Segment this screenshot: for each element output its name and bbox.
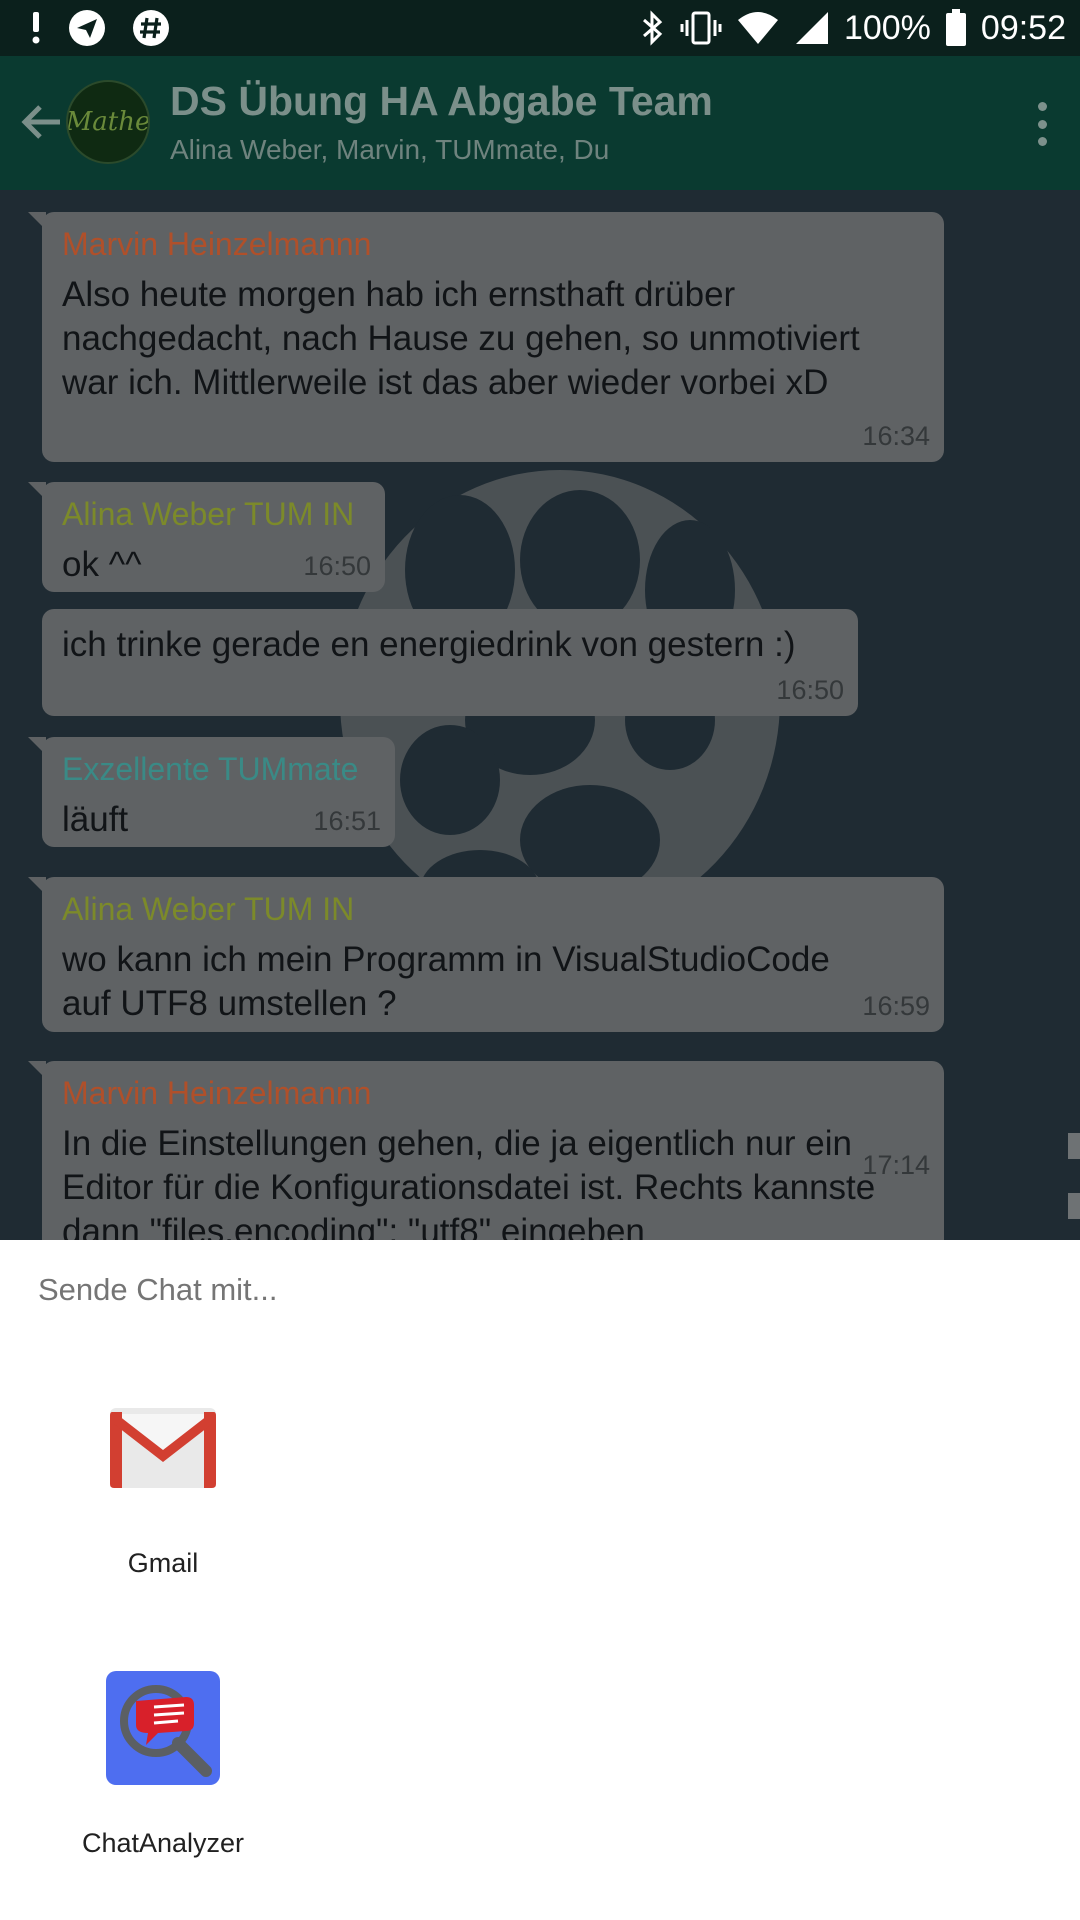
signal-icon <box>794 10 830 46</box>
more-vert-icon <box>1037 102 1047 111</box>
message-sender: Alina Weber TUM IN <box>62 891 355 927</box>
chatanalyzer-icon <box>103 1668 223 1788</box>
app-label: ChatAnalyzer <box>81 1828 245 1858</box>
battery-icon <box>945 9 967 47</box>
message-time: 16:50 <box>303 551 371 581</box>
message-bubble[interactable]: Marvin Heinzelmannn Also heute morgen ha… <box>28 212 944 462</box>
vibrate-icon <box>680 10 722 46</box>
message-time: 16:50 <box>776 675 844 705</box>
message-sender: Exzellente TUMmate <box>62 751 359 787</box>
gmail-icon <box>103 1388 223 1508</box>
message-sender: Marvin Heinzelmannn <box>62 226 372 262</box>
more-options-button[interactable] <box>1032 102 1052 146</box>
message-bubble[interactable]: Exzellente TUMmate läuft 16:51 <box>28 737 395 847</box>
message-bubble[interactable]: Alina Weber TUM IN wo kann ich mein Prog… <box>28 877 944 1032</box>
share-sheet-title: Sende Chat mit... <box>38 1272 278 1307</box>
telegram-icon <box>68 9 106 47</box>
message-time: 16:59 <box>862 991 930 1021</box>
app-label: Gmail <box>127 1548 199 1578</box>
message-text: wo kann ich mein Programm in VisualStudi… <box>62 940 830 1023</box>
message-bubble[interactable]: ich trinke gerade en energiedrink von ge… <box>42 609 858 716</box>
message-sender: Alina Weber TUM IN <box>62 496 355 532</box>
status-bar: 100% 09:52 <box>0 0 1080 56</box>
message-time: 16:34 <box>862 421 930 451</box>
share-target-chatanalyzer[interactable]: ChatAnalyzer <box>63 1668 263 1859</box>
slack-icon <box>132 9 170 47</box>
share-bottom-sheet: Sende Chat mit... Gmail ChatAnalyzer <box>0 1240 1080 1920</box>
bluetooth-icon <box>640 10 666 46</box>
alert-icon <box>30 12 42 44</box>
scroll-indicator <box>1068 1133 1080 1159</box>
clock: 09:52 <box>980 8 1066 47</box>
share-target-gmail[interactable]: Gmail <box>63 1388 263 1579</box>
message-text: ich trinke gerade en energiedrink von ge… <box>62 625 796 664</box>
message-time: 16:51 <box>313 806 381 836</box>
avatar-text: Mathe <box>66 107 150 137</box>
chat-toolbar: Mathe DS Übung HA Abgabe Team Alina Webe… <box>0 56 1080 190</box>
group-avatar[interactable]: Mathe <box>66 80 150 164</box>
message-text: In die Einstellungen gehen, die ja eigen… <box>62 1124 876 1240</box>
chat-participants[interactable]: Alina Weber, Marvin, TUMmate, Du <box>170 134 609 166</box>
message-time: 17:14 <box>862 1150 930 1180</box>
chat-area[interactable]: Marvin Heinzelmannn Also heute morgen ha… <box>0 190 1080 1240</box>
battery-percent: 100% <box>843 8 931 47</box>
message-bubble[interactable]: Marvin Heinzelmannn In die Einstellungen… <box>28 1061 944 1240</box>
message-text: Also heute morgen hab ich ernsthaft drüb… <box>62 275 860 402</box>
message-sender: Marvin Heinzelmannn <box>62 1075 372 1111</box>
arrow-back-icon <box>21 105 60 139</box>
chat-title[interactable]: DS Übung HA Abgabe Team <box>170 78 713 125</box>
scroll-indicator <box>1068 1193 1080 1219</box>
back-button[interactable] <box>14 90 70 154</box>
wifi-icon <box>736 10 780 46</box>
message-bubble[interactable]: Alina Weber TUM IN ok ^^ 16:50 <box>28 482 385 592</box>
